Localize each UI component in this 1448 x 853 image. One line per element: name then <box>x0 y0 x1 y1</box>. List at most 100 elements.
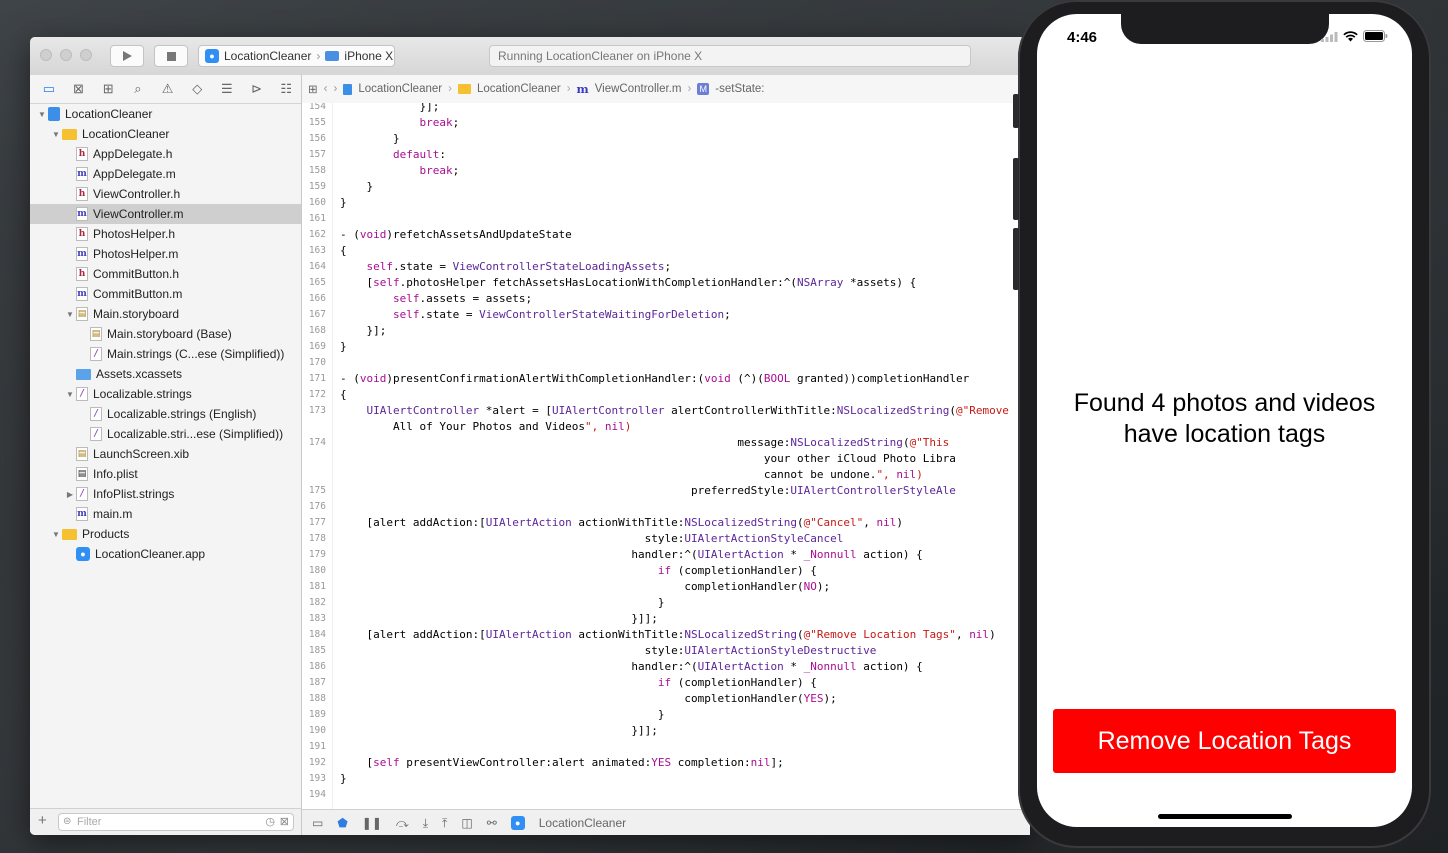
view-hierarchy-icon[interactable]: ◫ <box>461 816 472 830</box>
code-text: }]]; <box>340 724 658 737</box>
navigator-item[interactable]: ▤ Main.storyboard (Base) <box>30 324 301 344</box>
navigator-item[interactable]: m main.m <box>30 504 301 524</box>
navigator-item[interactable]: ▼ Products <box>30 524 301 544</box>
breakpoints-toggle-icon[interactable]: ⬟ <box>337 816 347 830</box>
line-number: 166 <box>308 293 326 304</box>
code-line: 159 } <box>302 179 1030 195</box>
navigator-item[interactable]: m CommitButton.m <box>30 284 301 304</box>
code-text: self.state = ViewControllerStateWaitingF… <box>392 308 731 321</box>
disclosure-open-icon[interactable]: ▼ <box>64 310 76 319</box>
filter-field[interactable]: ⊜ Filter ◷ ⊠ <box>58 813 294 831</box>
m-file-icon: m <box>76 507 88 521</box>
line-number: 168 <box>308 325 326 336</box>
warning-icon[interactable]: ⚠ <box>153 81 183 97</box>
navigator-item-label: ViewController.h <box>93 187 181 201</box>
zoom-window-button[interactable] <box>80 49 92 61</box>
disclosure-open-icon[interactable]: ▼ <box>50 530 62 539</box>
code-text: } <box>340 132 400 145</box>
code-text: self.assets = assets; <box>392 292 533 305</box>
disclosure-open-icon[interactable]: ▼ <box>50 130 62 139</box>
jumpbar-crumb[interactable]: ViewController.m <box>595 83 682 95</box>
navigator-item[interactable]: ▼ LocationCleaner <box>30 124 301 144</box>
home-indicator[interactable] <box>1158 814 1292 819</box>
search-icon[interactable]: ⌕ <box>123 81 153 97</box>
symbol-navigator-icon[interactable]: ⊞ <box>93 81 123 97</box>
code-text: UIAlertController *alert = [UIAlertContr… <box>366 404 1009 417</box>
forward-icon[interactable]: › <box>333 83 337 95</box>
line-number: 189 <box>308 709 326 720</box>
jumpbar-crumb[interactable]: -setState: <box>715 83 764 95</box>
navigator-item[interactable]: Assets.xcassets <box>30 364 301 384</box>
s-file-icon: ▤ <box>76 307 88 321</box>
navigator-item[interactable]: h CommitButton.h <box>30 264 301 284</box>
memory-graph-icon[interactable]: ⚯ <box>487 816 497 830</box>
report-navigator-icon[interactable]: ☷ <box>271 81 301 97</box>
test-navigator-icon[interactable]: ◇ <box>182 81 212 97</box>
navigator-item[interactable]: ▶ / InfoPlist.strings <box>30 484 301 504</box>
navigator-item[interactable]: / Localizable.strings (English) <box>30 404 301 424</box>
step-into-icon[interactable]: ⤓ <box>423 816 428 831</box>
disclosure-closed-icon[interactable]: ▶ <box>64 490 76 499</box>
navigator-item[interactable]: h PhotosHelper.h <box>30 224 301 244</box>
navigator-item[interactable]: / Main.strings (C...ese (Simplified)) <box>30 344 301 364</box>
str-file-icon: / <box>76 487 88 501</box>
run-button[interactable] <box>110 45 144 67</box>
pause-icon[interactable]: ❚❚ <box>362 816 382 830</box>
related-items-icon[interactable]: ⊞ <box>308 82 318 96</box>
navigator-item[interactable]: m ViewController.m <box>30 204 301 224</box>
iphone-simulator: 4:46 Found 4 photos and videos have loca… <box>1013 0 1431 848</box>
source-editor[interactable]: 154 }]; 155 break; 156 } 157 default: 158 br… <box>302 103 1030 809</box>
disclosure-open-icon[interactable]: ▼ <box>64 390 76 399</box>
line-number: 187 <box>308 677 326 688</box>
jumpbar-crumb[interactable]: LocationCleaner <box>358 83 442 95</box>
code-line: 169} <box>302 339 1030 355</box>
code-text: } <box>340 340 347 353</box>
phone-screen: 4:46 Found 4 photos and videos have loca… <box>1037 14 1412 827</box>
navigator-item[interactable]: ▼ / Localizable.strings <box>30 384 301 404</box>
line-number: 169 <box>308 341 326 352</box>
folder-icon[interactable]: ▭ <box>34 81 64 97</box>
jumpbar-crumb[interactable]: LocationCleaner <box>477 83 561 95</box>
navigator-item[interactable]: h AppDelegate.h <box>30 144 301 164</box>
line-number: 165 <box>308 277 326 288</box>
navigator-item[interactable]: m AppDelegate.m <box>30 164 301 184</box>
stop-button[interactable] <box>154 45 188 67</box>
code-line: 165 [self.photosHelper fetchAssetsHasLoc… <box>302 275 1030 291</box>
navigator-item[interactable]: m PhotosHelper.m <box>30 244 301 264</box>
project-navigator: ▭ ⊠ ⊞ ⌕ ⚠ ◇ ☰ ⊳ ☷ ▼ LocationCleaner ▼ Locat… <box>30 75 302 835</box>
navigator-item[interactable]: / Localizable.stri...ese (Simplified)) <box>30 424 301 444</box>
modified-files-icon[interactable]: ⊠ <box>280 814 289 830</box>
navigator-item-label: Main.storyboard <box>93 307 180 321</box>
h-file-icon: h <box>76 227 88 241</box>
breakpoint-icon[interactable]: ⊳ <box>242 81 272 97</box>
code-line: 180 if (completionHandler) { <box>302 563 1030 579</box>
line-number: 182 <box>308 597 326 608</box>
line-number: 181 <box>308 581 326 592</box>
cellular-signal-icon <box>1321 31 1338 42</box>
step-out-icon[interactable]: ⤒ <box>442 816 447 831</box>
disclosure-open-icon[interactable]: ▼ <box>36 110 48 119</box>
step-over-icon[interactable]: ⤼ <box>396 816 409 831</box>
back-icon[interactable]: ‹ <box>324 83 328 95</box>
scheme-selector[interactable]: ● LocationCleaner › iPhone X <box>198 45 395 67</box>
navigator-item[interactable]: ▤ LaunchScreen.xib <box>30 444 301 464</box>
navigator-item[interactable]: ▼ LocationCleaner <box>30 104 301 124</box>
h-file-icon: h <box>76 147 88 161</box>
folder-icon <box>62 128 77 140</box>
line-number: 192 <box>308 757 326 768</box>
navigator-item[interactable]: ▤ Info.plist <box>30 464 301 484</box>
debug-navigator-icon[interactable]: ☰ <box>212 81 242 97</box>
activity-viewer: Running LocationCleaner on iPhone X <box>489 45 971 67</box>
minimize-window-button[interactable] <box>60 49 72 61</box>
asset-catalog-icon <box>76 368 91 380</box>
navigator-item[interactable]: ▼ ▤ Main.storyboard <box>30 304 301 324</box>
code-text: style:UIAlertActionStyleCancel <box>340 532 844 545</box>
close-window-button[interactable] <box>40 49 52 61</box>
hide-debug-area-icon[interactable]: ▭ <box>312 816 323 830</box>
remove-location-tags-button[interactable]: Remove Location Tags <box>1053 709 1396 773</box>
navigator-item[interactable]: ● LocationCleaner.app <box>30 544 301 564</box>
add-icon[interactable]: + <box>38 812 47 829</box>
recent-files-icon[interactable]: ◷ <box>265 814 275 830</box>
navigator-item[interactable]: h ViewController.h <box>30 184 301 204</box>
source-control-icon[interactable]: ⊠ <box>64 81 94 97</box>
